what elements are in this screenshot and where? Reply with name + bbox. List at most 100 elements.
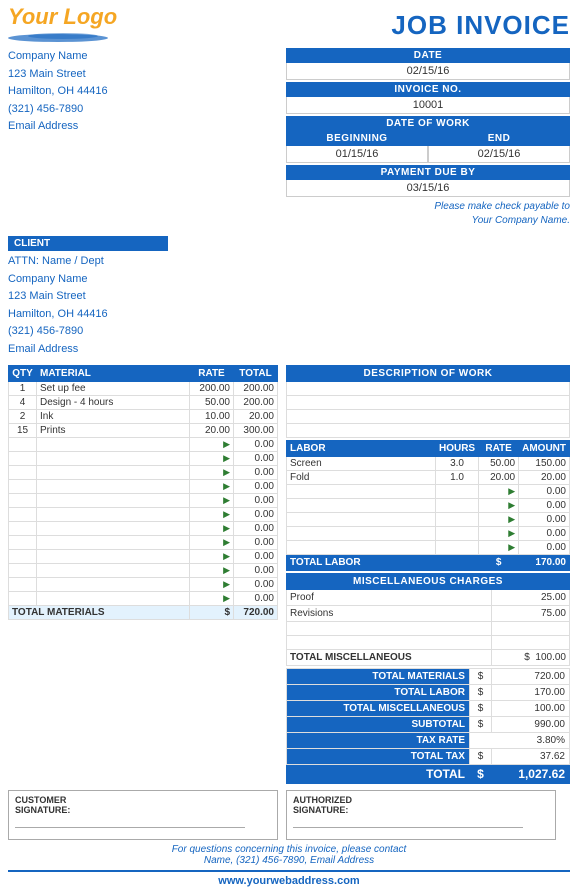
subtotal-row: SUBTOTAL $ 990.00 [287, 716, 570, 732]
material-row-2: 2 Ink 10.00 20.00 [9, 409, 278, 423]
company-info: Company Name 123 Main Street Hamilton, O… [8, 48, 278, 136]
labor-name: Fold [287, 470, 436, 484]
mat-total: 0.00 [234, 437, 278, 451]
misc-desc [287, 621, 492, 635]
invoice-meta-section: DATE 02/15/16 INVOICE NO. 10001 DATE OF … [286, 48, 570, 232]
labor-row-1: Fold 1.0 20.00 20.00 [287, 470, 570, 484]
labor-hours: 1.0 [435, 470, 478, 484]
misc-row-3 [287, 635, 570, 649]
labor-rate: ▶ [479, 512, 519, 526]
date-label: DATE [286, 48, 570, 63]
end-value: 02/15/16 [428, 146, 570, 163]
total-materials-row: TOTAL MATERIALS $ 720.00 [287, 668, 570, 684]
mat-rate: ▶ [190, 465, 234, 479]
mat-rate: 50.00 [190, 395, 234, 409]
footer-note: For questions concerning this invoice, p… [8, 844, 570, 866]
qty-header: QTY [9, 365, 37, 381]
company-street: 123 Main Street [8, 66, 278, 84]
invoice-title: JOB INVOICE [391, 6, 570, 41]
mat-qty: 2 [9, 409, 37, 423]
labor-amount: 20.00 [519, 470, 570, 484]
grand-total-dollar: $ [469, 764, 491, 783]
total-header: TOTAL [234, 365, 278, 381]
desc-row [287, 423, 570, 437]
materials-section: QTY MATERIAL RATE TOTAL 1 Set up fee 200… [8, 365, 278, 784]
tax-rate-row: TAX RATE 3.80% [287, 732, 570, 748]
mat-total: 300.00 [234, 423, 278, 437]
mat-rate: ▶ [190, 535, 234, 549]
end-label: END [428, 131, 570, 146]
misc-amount: 25.00 [492, 589, 570, 605]
customer-sig-label: SIGNATURE: [15, 805, 271, 815]
footer-note-line2: Name, (321) 456-7890, Email Address [204, 855, 374, 866]
labor-header-row: LABOR HOURS RATE AMOUNT [287, 440, 570, 456]
authorized-sig-box: AUTHORIZED SIGNATURE: [286, 790, 556, 840]
logo-text: Your Logo [8, 6, 117, 28]
mat-rate: ▶ [190, 507, 234, 521]
mat-material [37, 535, 190, 549]
misc-row-2 [287, 621, 570, 635]
labor-amount: 0.00 [519, 526, 570, 540]
labor-amount: 0.00 [519, 540, 570, 554]
mat-material: Prints [37, 423, 190, 437]
materials-header-row: QTY MATERIAL RATE TOTAL [9, 365, 278, 381]
labor-hours [435, 498, 478, 512]
misc-total-row: TOTAL MISCELLANEOUS $ 100.00 [287, 649, 570, 665]
grand-total-value: 1,027.62 [491, 764, 569, 783]
misc-desc: Revisions [287, 605, 492, 621]
mat-qty [9, 465, 37, 479]
misc-total-value: 100.00 [535, 652, 566, 663]
labor-total-value: 170.00 [519, 554, 570, 570]
mat-qty [9, 507, 37, 521]
mat-material [37, 465, 190, 479]
material-row-9: ▶ 0.00 [9, 507, 278, 521]
material-row-14: ▶ 0.00 [9, 577, 278, 591]
labor-row-3: ▶ 0.00 [287, 498, 570, 512]
subtotal-value: 990.00 [491, 716, 569, 732]
mat-rate: ▶ [190, 591, 234, 605]
labor-name [287, 484, 436, 498]
mat-material [37, 493, 190, 507]
client-section: CLIENT ATTN: Name / Dept Company Name 12… [8, 236, 570, 359]
misc-total-right: $ 100.00 [492, 649, 570, 665]
payable-note-line2: Your Company Name. [472, 215, 570, 226]
material-row-12: ▶ 0.00 [9, 549, 278, 563]
mat-total: 0.00 [234, 451, 278, 465]
labor-hours [435, 484, 478, 498]
totals-table: TOTAL MATERIALS $ 720.00 TOTAL LABOR $ 1… [286, 668, 570, 784]
footer-website: www.yourwebaddress.com [8, 870, 570, 887]
misc-row-1: Revisions 75.00 [287, 605, 570, 621]
mat-qty: 4 [9, 395, 37, 409]
company-phone: (321) 456-7890 [8, 101, 278, 119]
client-city: Hamilton, OH 44416 [8, 306, 278, 324]
material-row-13: ▶ 0.00 [9, 563, 278, 577]
work-dates-row: BEGINNING 01/15/16 END 02/15/16 [286, 131, 570, 163]
right-tables: DESCRIPTION OF WORK LABOR HOURS RATE [286, 365, 570, 784]
mat-rate: ▶ [190, 437, 234, 451]
mat-rate: ▶ [190, 577, 234, 591]
desc-row [287, 395, 570, 409]
authorized-sig-label: SIGNATURE: [293, 805, 549, 815]
mat-rate: ▶ [190, 493, 234, 507]
labor-table: LABOR HOURS RATE AMOUNT Screen 3.0 50.00… [286, 440, 570, 571]
invoice-page: Your Logo JOB INVOICE Company Name 123 M… [0, 0, 578, 893]
beginning-label: BEGINNING [286, 131, 428, 146]
hours-col-header: HOURS [435, 440, 478, 456]
misc-header: MISCELLANEOUS CHARGES [287, 573, 570, 589]
mat-total: 0.00 [234, 507, 278, 521]
mat-material [37, 507, 190, 521]
labor-row-2: ▶ 0.00 [287, 484, 570, 498]
material-row-10: ▶ 0.00 [9, 521, 278, 535]
material-row-15: ▶ 0.00 [9, 591, 278, 605]
labor-row-5: ▶ 0.00 [287, 526, 570, 540]
labor-amount: 0.00 [519, 512, 570, 526]
customer-label: CUSTOMER [15, 795, 271, 805]
mat-rate: ▶ [190, 451, 234, 465]
mat-qty [9, 437, 37, 451]
mat-qty: 15 [9, 423, 37, 437]
footer-note-line1: For questions concerning this invoice, p… [172, 844, 407, 855]
amount-col-header: AMOUNT [519, 440, 570, 456]
labor-rate: ▶ [479, 526, 519, 540]
tables-section: QTY MATERIAL RATE TOTAL 1 Set up fee 200… [8, 365, 570, 784]
mat-rate: 20.00 [190, 423, 234, 437]
